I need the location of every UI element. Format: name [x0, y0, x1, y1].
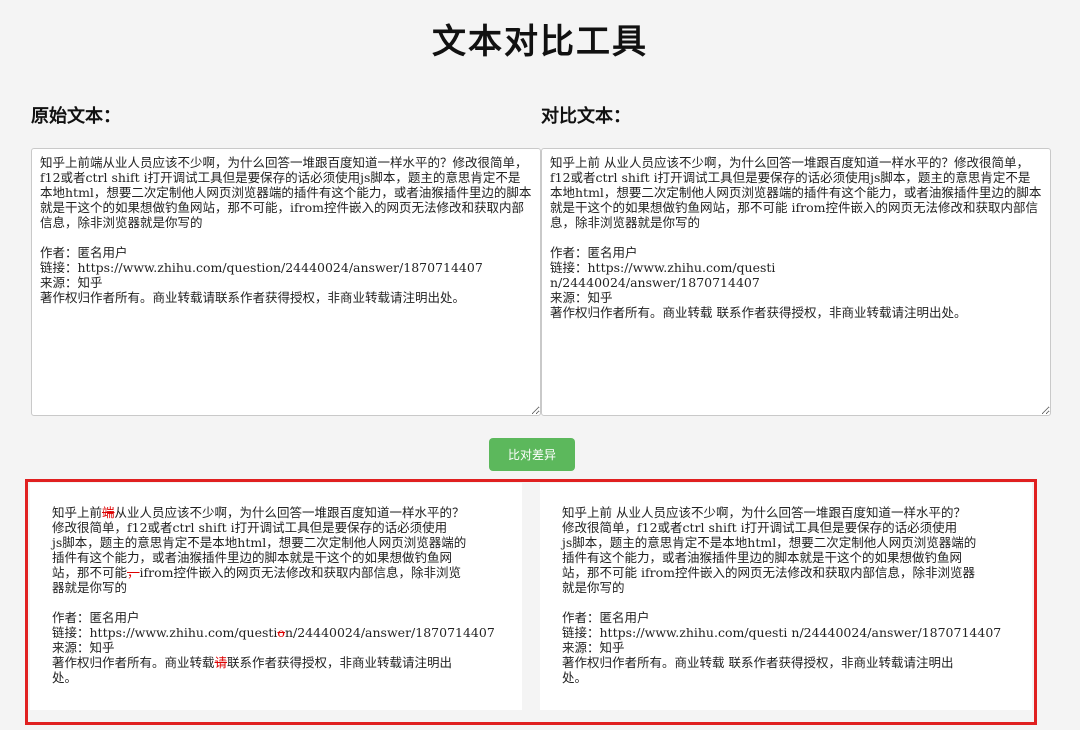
- compare-text-input[interactable]: [541, 148, 1051, 416]
- original-text-label: 原始文本：: [31, 106, 121, 127]
- diff-text-segment: 知乎上前: [52, 505, 103, 520]
- diff-removed-segment: 请: [214, 655, 228, 670]
- original-text-input[interactable]: [31, 148, 541, 416]
- page-title: 文本对比工具: [432, 22, 648, 62]
- compare-diff-button[interactable]: 比对差异: [489, 438, 575, 471]
- diff-removed-segment: ，: [127, 565, 140, 580]
- compare-text-label: 对比文本：: [541, 106, 631, 127]
- diff-text-segment: 知乎上前 从业人员应该不少啊，为什么回答一堆跟百度知道一样水平的？ 修改很简单，…: [562, 505, 1002, 685]
- diff-removed-segment: o: [277, 625, 285, 640]
- original-diff-result: 知乎上前端从业人员应该不少啊，为什么回答一堆跟百度知道一样水平的？ 修改很简单，…: [30, 483, 522, 710]
- diff-removed-segment: 端: [102, 505, 115, 520]
- compare-diff-result: 知乎上前 从业人员应该不少啊，为什么回答一堆跟百度知道一样水平的？ 修改很简单，…: [540, 483, 1032, 710]
